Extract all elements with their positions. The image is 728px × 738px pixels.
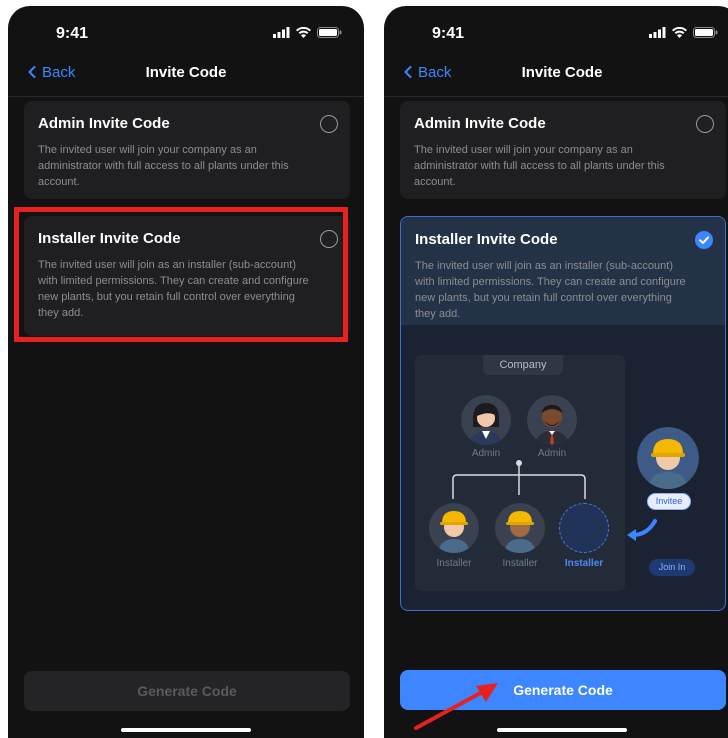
installer-label: Installer: [502, 558, 538, 569]
admin-avatar-female: [461, 395, 511, 445]
radio-button[interactable]: [320, 115, 338, 133]
signal-icon: [273, 27, 290, 38]
option-title: Installer Invite Code: [415, 231, 558, 248]
signal-icon: [649, 27, 666, 38]
back-button[interactable]: Back: [404, 58, 451, 86]
installer-invite-option-selected[interactable]: Installer Invite Code The invited user w…: [400, 216, 726, 611]
admin-invite-option[interactable]: Admin Invite Code The invited user will …: [400, 101, 726, 199]
option-title: Admin Invite Code: [38, 115, 170, 132]
status-icons: [273, 27, 342, 38]
divider: [8, 96, 364, 97]
installer-avatar: [429, 503, 479, 553]
status-bar: 9:41: [8, 6, 364, 58]
back-button[interactable]: Back: [28, 58, 75, 86]
admin-label: Admin: [537, 448, 567, 459]
invitee-badge: Invitee: [647, 493, 691, 510]
annotation-arrow-icon: [414, 683, 498, 730]
status-time: 9:41: [432, 25, 465, 42]
chevron-left-icon: [404, 66, 412, 78]
empty-installer-slot: [559, 503, 609, 553]
annotation-highlight-box: [14, 207, 348, 342]
back-label: Back: [418, 63, 452, 81]
admin-avatar-male: [527, 395, 577, 445]
installer-label: Installer: [436, 558, 472, 569]
invitee-avatar: [637, 427, 699, 489]
org-diagram: Company Admin Admin Installer Installer …: [415, 355, 625, 591]
phone-screen-left: 9:41 Back Invite Code Admin Invite Code …: [8, 6, 364, 738]
installer-avatar: [495, 503, 545, 553]
chevron-left-icon: [28, 66, 36, 78]
option-description: The invited user will join your company …: [38, 144, 289, 188]
status-time: 9:41: [56, 25, 89, 42]
generate-code-button[interactable]: Generate Code: [24, 671, 350, 711]
home-indicator: [121, 728, 251, 732]
hierarchy-connector: [452, 460, 586, 499]
wifi-icon: [296, 27, 311, 38]
installer-label-new: Installer: [564, 558, 604, 569]
battery-icon: [693, 27, 718, 38]
admin-label: Admin: [471, 448, 501, 459]
back-label: Back: [42, 63, 76, 81]
status-bar: 9:41: [384, 6, 728, 58]
navigation-bar: Back Invite Code: [8, 58, 364, 90]
divider: [384, 96, 728, 97]
admin-invite-option[interactable]: Admin Invite Code The invited user will …: [24, 101, 350, 199]
navigation-bar: Back Invite Code: [384, 58, 728, 90]
option-description: The invited user will join as an install…: [415, 260, 686, 320]
phone-screen-right: 9:41 Back Invite Code Admin Invite Code …: [384, 6, 728, 738]
status-icons: [649, 27, 718, 38]
company-label: Company: [483, 355, 563, 375]
join-in-badge: Join In: [649, 559, 695, 576]
option-title: Admin Invite Code: [414, 115, 546, 132]
radio-checked-icon[interactable]: [695, 231, 713, 249]
join-arrow-icon: [627, 519, 657, 541]
wifi-icon: [672, 27, 687, 38]
battery-icon: [317, 27, 342, 38]
option-description: The invited user will join your company …: [414, 144, 665, 188]
home-indicator: [497, 728, 627, 732]
radio-button[interactable]: [696, 115, 714, 133]
